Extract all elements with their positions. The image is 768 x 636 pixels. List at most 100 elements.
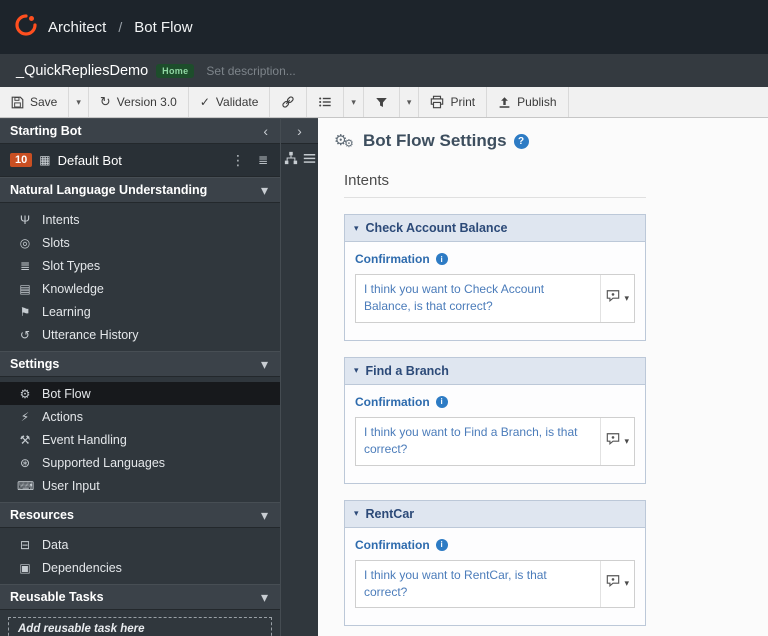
nlu-section-header[interactable]: Natural Language Understanding ▾ <box>0 177 280 203</box>
confirmation-input[interactable]: I think you want to Check Account Balanc… <box>355 274 635 323</box>
sidebar-item-label: Event Handling <box>42 432 127 447</box>
save-label: Save <box>30 95 58 109</box>
link-button[interactable] <box>270 87 308 117</box>
bot-list-icon[interactable]: ≣ <box>256 153 270 167</box>
sidebar-item-label: Knowledge <box>42 281 104 296</box>
toc-list-dropdown-caret[interactable]: ▾ <box>344 87 364 117</box>
sidebar-item-user-input[interactable]: ⌨ User Input <box>0 474 280 497</box>
confirmation-value[interactable]: I think you want to Check Account Balanc… <box>356 275 600 322</box>
intents-section-title: Intents <box>344 172 646 198</box>
confirmation-label-row: Confirmation i <box>355 395 635 409</box>
data-icon: ⊟ <box>19 537 31 552</box>
sidebar-item-label: Dependencies <box>42 560 122 575</box>
confirmation-input[interactable]: I think you want to RentCar, is that cor… <box>355 559 635 609</box>
intent-card-header[interactable]: ▾ RentCar <box>345 500 645 528</box>
intent-card-body: Confirmation i I think you want to Find … <box>345 385 645 483</box>
settings-section-header[interactable]: Settings ▾ <box>0 351 280 377</box>
sidebar-item-slot-types[interactable]: ≣ Slot Types <box>0 254 280 277</box>
validate-check-icon: ✓ <box>199 95 210 109</box>
collapse-panel-chevron-left-icon[interactable]: ‹ <box>261 123 270 139</box>
list-icon <box>318 95 332 109</box>
confirmation-input-controls[interactable]: ▾ <box>600 275 634 322</box>
slots-icon: ◎ <box>19 235 31 250</box>
sidebar-item-slots[interactable]: ◎ Slots <box>0 231 280 254</box>
sidebar-item-utterance-history[interactable]: ↺ Utterance History <box>0 323 280 346</box>
sidebar-item-actions[interactable]: ⚡ Actions <box>0 405 280 428</box>
toc-list-button[interactable] <box>307 87 345 117</box>
chevron-down-icon[interactable]: ▾ <box>624 578 629 589</box>
bot-icon: ▦ <box>39 153 51 167</box>
flow-title-bar: _QuickRepliesDemo Home Set description..… <box>0 54 768 87</box>
toolbar: Save ▾ ↻ Version 3.0 ✓ Validate ▾ ▾ Prin… <box>0 87 768 118</box>
validate-button[interactable]: ✓ Validate <box>189 87 271 117</box>
confirmation-value[interactable]: I think you want to Find a Branch, is th… <box>356 418 600 465</box>
confirmation-input[interactable]: I think you want to Find a Branch, is th… <box>355 416 635 466</box>
version-button[interactable]: ↻ Version 3.0 <box>89 87 189 117</box>
link-icon <box>281 95 295 109</box>
chevron-down-icon: ▾ <box>260 181 268 198</box>
flow-description-placeholder[interactable]: Set description... <box>206 64 295 78</box>
filter-button[interactable] <box>364 87 400 117</box>
confirmation-label: Confirmation <box>355 394 430 409</box>
communication-bubble-icon[interactable] <box>606 289 620 308</box>
filter-dropdown-caret[interactable]: ▾ <box>400 87 420 117</box>
add-reusable-task-input[interactable]: Add reusable task here <box>8 617 272 636</box>
sidebar-item-knowledge[interactable]: ▤ Knowledge <box>0 277 280 300</box>
slot-types-icon: ≣ <box>19 258 31 273</box>
sidebar-item-learning[interactable]: ⚑ Learning <box>0 300 280 323</box>
confirmation-input-controls[interactable]: ▾ <box>600 560 634 608</box>
sidebar-item-event-handling[interactable]: ⚒ Event Handling <box>0 428 280 451</box>
list-view-icon[interactable] <box>303 152 316 170</box>
save-icon <box>11 96 24 109</box>
reusable-tasks-section-header[interactable]: Reusable Tasks ▾ <box>0 584 280 610</box>
confirmation-input-controls[interactable]: ▾ <box>600 417 634 465</box>
print-icon <box>430 95 444 109</box>
save-dropdown-caret[interactable]: ▾ <box>69 87 89 117</box>
sidebar-item-intents[interactable]: Ψ Intents <box>0 208 280 231</box>
sidebar-item-supported-languages[interactable]: ⊛ Supported Languages <box>0 451 280 474</box>
default-bot-row[interactable]: 10 ▦ Default Bot ⋮ ≣ <box>0 144 280 177</box>
communication-bubble-icon[interactable] <box>606 574 620 593</box>
chevron-down-icon[interactable]: ▾ <box>624 436 629 447</box>
chevron-down-icon: ▾ <box>354 222 359 233</box>
info-icon[interactable]: i <box>435 253 448 265</box>
chevron-down-icon: ▾ <box>354 365 359 376</box>
utterance-history-icon: ↺ <box>19 327 31 342</box>
intent-card-header[interactable]: ▾ Find a Branch <box>345 357 645 385</box>
app-name[interactable]: Architect <box>48 19 106 36</box>
intent-card-header[interactable]: ▾ Check Account Balance <box>345 215 645 242</box>
sitemap-view-icon[interactable] <box>284 151 298 170</box>
resources-section-header[interactable]: Resources ▾ <box>0 502 280 528</box>
intent-card-rentcar: ▾ RentCar Confirmation i I think you wan… <box>344 499 646 627</box>
sidebar-item-label: Utterance History <box>42 327 139 342</box>
publish-button[interactable]: Publish <box>487 87 569 117</box>
sidebar: Starting Bot ‹ 10 ▦ Default Bot ⋮ ≣ Natu… <box>0 118 280 636</box>
info-icon[interactable]: i <box>435 395 448 408</box>
actions-bolt-icon: ⚡ <box>20 409 30 424</box>
help-icon[interactable]: ? <box>513 133 529 149</box>
bot-kebab-menu-icon[interactable]: ⋮ <box>227 152 249 169</box>
intent-card-find-a-branch: ▾ Find a Branch Confirmation i I think y… <box>344 356 646 484</box>
resources-items: ⊟ Data ▣ Dependencies <box>0 528 280 584</box>
chevron-down-icon: ▾ <box>354 508 359 519</box>
reusable-tasks-section-label: Reusable Tasks <box>10 590 104 604</box>
sidebar-item-data[interactable]: ⊟ Data <box>0 533 280 556</box>
intent-name: RentCar <box>365 506 415 521</box>
chevron-down-icon: ▾ <box>260 355 268 372</box>
version-label: Version 3.0 <box>116 95 177 109</box>
communication-bubble-icon[interactable] <box>606 432 620 451</box>
sidebar-item-label: Learning <box>42 304 91 319</box>
sidebar-item-label: Data <box>42 537 69 552</box>
sidebar-item-dependencies[interactable]: ▣ Dependencies <box>0 556 280 579</box>
save-button[interactable]: Save <box>0 87 70 117</box>
info-icon[interactable]: i <box>435 538 448 551</box>
expand-panel-chevron-right-icon[interactable]: › <box>281 118 318 144</box>
validate-label: Validate <box>215 95 259 109</box>
starting-bot-header[interactable]: Starting Bot ‹ <box>0 118 280 144</box>
print-button[interactable]: Print <box>419 87 488 117</box>
confirmation-value[interactable]: I think you want to RentCar, is that cor… <box>356 561 600 608</box>
home-badge: Home <box>156 63 195 78</box>
sidebar-item-bot-flow[interactable]: ⚙ Bot Flow <box>0 382 280 405</box>
publish-upload-icon <box>498 96 511 109</box>
chevron-down-icon[interactable]: ▾ <box>624 293 629 304</box>
